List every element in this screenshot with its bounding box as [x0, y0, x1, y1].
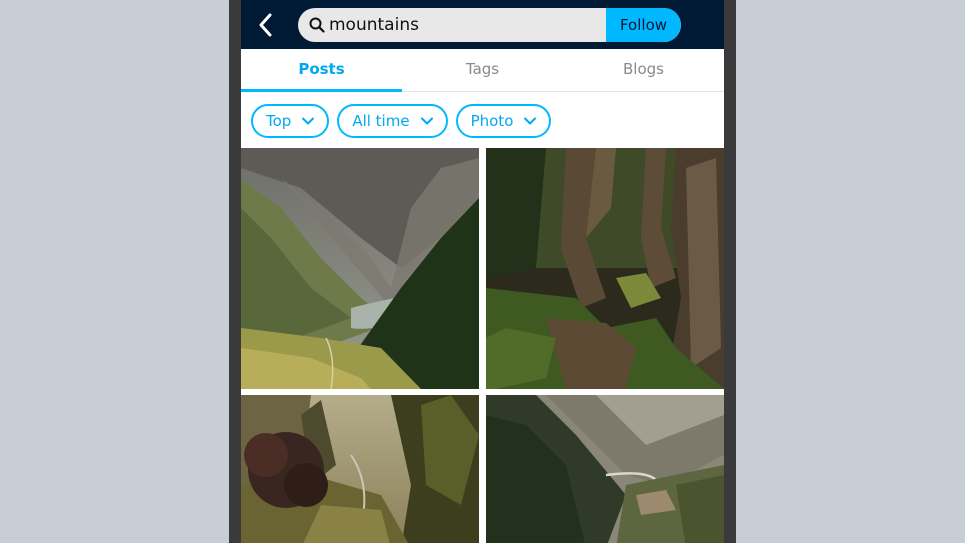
app-screen: Follow Posts Tags Blogs Top All time Pho… — [241, 0, 724, 543]
search-input[interactable] — [329, 8, 604, 42]
time-filter-dropdown[interactable]: All time — [337, 103, 448, 138]
chevron-down-icon — [420, 117, 433, 124]
follow-button[interactable]: Follow — [606, 8, 681, 42]
post-grid — [241, 148, 724, 543]
post-image-alpine-valley[interactable] — [241, 148, 479, 389]
search-icon — [309, 17, 325, 33]
chevron-down-icon — [524, 117, 537, 124]
post-image-mossy-forest[interactable] — [486, 148, 724, 389]
tab-tags[interactable]: Tags — [402, 49, 563, 91]
type-filter-label: Photo — [470, 111, 514, 130]
sort-filter-label: Top — [266, 111, 292, 130]
tab-blogs[interactable]: Blogs — [563, 49, 724, 91]
chevron-left-icon — [259, 13, 272, 37]
tab-bar: Posts Tags Blogs — [241, 49, 724, 92]
top-bar: Follow — [241, 0, 724, 49]
chevron-down-icon — [302, 117, 315, 124]
tab-posts[interactable]: Posts — [241, 49, 402, 92]
post-image-misty-valley[interactable] — [241, 395, 479, 543]
time-filter-label: All time — [352, 111, 410, 130]
post-image-glacial-valley[interactable] — [486, 395, 724, 543]
filter-bar: Top All time Photo — [241, 93, 724, 148]
sort-filter-dropdown[interactable]: Top — [251, 103, 330, 138]
search-bar: Follow — [298, 8, 681, 42]
back-button[interactable] — [251, 8, 281, 42]
type-filter-dropdown[interactable]: Photo — [455, 103, 552, 138]
